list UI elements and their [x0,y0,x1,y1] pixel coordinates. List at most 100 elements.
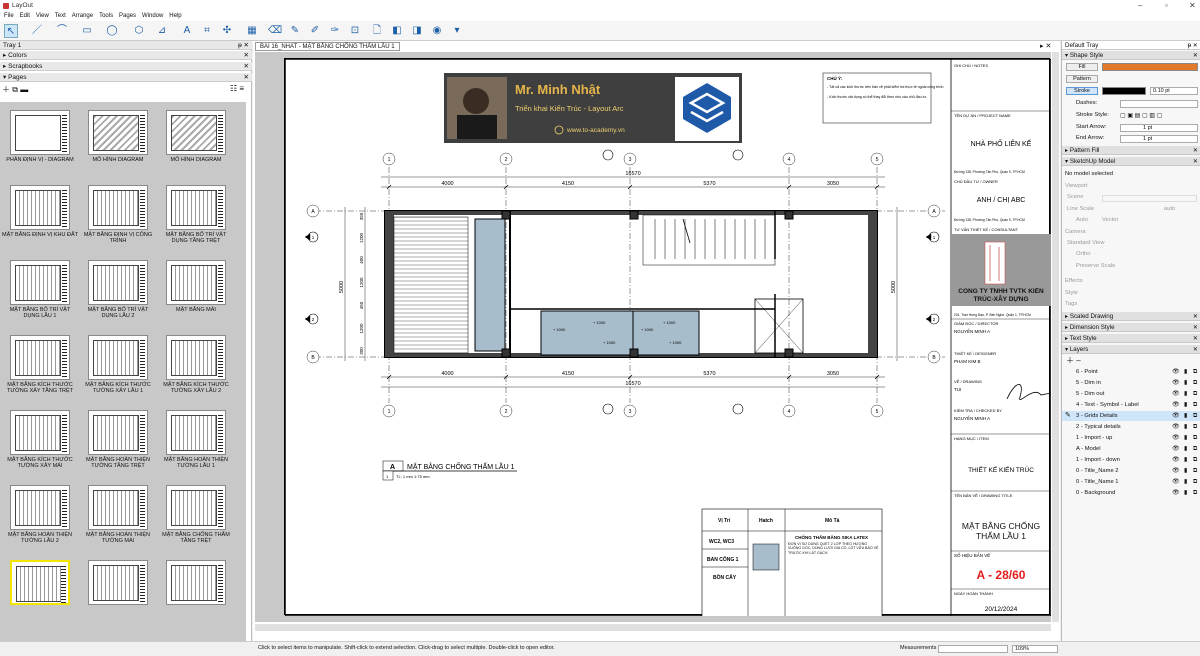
add-page-icon[interactable]: 🗋 [370,24,384,38]
polygon-tool-icon[interactable]: ⬡ [132,24,146,38]
share-layer-icon[interactable]: ⧉ [1193,379,1197,387]
share-layer-icon[interactable]: ⧉ [1193,401,1197,409]
document-tab[interactable]: BAI 16_NHAT - MẶT BẰNG CHỐNG THẤM LẦU 1 [255,42,400,51]
rectangle-tool-icon[interactable]: ▭ [80,24,94,38]
menu-edit[interactable]: Edit [20,12,30,21]
lock-icon[interactable]: ▮ [1184,401,1187,409]
preserve-scale-checkbox[interactable]: Preserve Scale [1076,262,1115,271]
visibility-eye-icon[interactable]: 👁 [1172,489,1180,497]
lock-icon[interactable]: ▮ [1184,434,1187,442]
circle-tool-icon[interactable]: ◯ [105,24,119,38]
lock-icon[interactable]: ▮ [1184,368,1187,376]
visibility-eye-icon[interactable]: 👁 [1172,434,1180,442]
share-layer-icon[interactable]: ⧉ [1193,456,1197,464]
panel-colors[interactable]: ▸ Colors ✕ [0,51,252,60]
scene-select[interactable] [1102,195,1197,202]
share-layer-icon[interactable]: ⧉ [1193,445,1197,453]
page-thumbnail[interactable] [166,560,226,605]
panel-dimension-style[interactable]: ▸ Dimension Style ✕ [1062,323,1200,332]
lock-icon[interactable]: ▮ [1184,423,1187,431]
horizontal-scrollbar[interactable] [255,624,1051,631]
style-tool-icon[interactable]: ✎ [288,24,302,38]
menu-help[interactable]: Help [169,12,181,21]
panel-scrapbooks[interactable]: ▸ Scrapbooks ✕ [0,62,252,71]
presentation-icon[interactable]: ◉ [430,24,444,38]
close-icon[interactable]: ✕ [244,73,249,82]
menu-view[interactable]: View [36,12,49,21]
remove-layer-icon[interactable]: – [1076,356,1080,365]
menu-pages[interactable]: Pages [119,12,136,21]
layer-row[interactable]: 1 - Import - up 👁 ▮ ⧉ [1062,433,1200,443]
line-tool-icon[interactable]: ／ [30,24,44,38]
menu-window[interactable]: Window [142,12,163,21]
dashes-select[interactable] [1120,100,1198,108]
split-tool-icon[interactable]: ✐ [308,24,322,38]
panel-sketchup-model[interactable]: ▾ SketchUp Model ✕ [1062,157,1200,166]
menu-tools[interactable]: Tools [99,12,113,21]
layer-row[interactable]: 2 - Typical details 👁 ▮ ⧉ [1062,422,1200,432]
page-thumbnail[interactable] [10,485,70,530]
layer-row[interactable]: 5 - Dim in 👁 ▮ ⧉ [1062,378,1200,388]
lock-icon[interactable]: ▮ [1184,467,1187,475]
visibility-eye-icon[interactable]: 👁 [1172,478,1180,486]
close-icon[interactable]: ✕ [244,62,249,71]
share-layer-icon[interactable]: ⧉ [1193,478,1197,486]
close-icon[interactable]: ✕ [1189,1,1196,10]
close-icon[interactable]: ✕ [1193,312,1198,321]
share-layer-icon[interactable]: ⧉ [1193,368,1197,376]
fill-color-swatch[interactable] [1102,63,1198,71]
page-thumbnail[interactable] [10,110,70,155]
page-thumbnail[interactable] [10,260,70,305]
text-tool-icon[interactable]: A [180,24,194,38]
stroke-color-swatch[interactable] [1102,87,1146,95]
page-thumbnail[interactable] [88,110,148,155]
page-thumbnail[interactable] [88,260,148,305]
layer-row[interactable]: 6 - Point 👁 ▮ ⧉ [1062,367,1200,377]
add-page-icon[interactable]: ＋ [2,85,10,94]
join-tool-icon[interactable]: ✑ [328,24,342,38]
page-thumbnail[interactable] [88,485,148,530]
page-thumbnail[interactable] [166,185,226,230]
layer-row[interactable]: 0 - Background 👁 ▮ ⧉ [1062,488,1200,498]
share-layer-icon[interactable]: ⧉ [1193,423,1197,431]
page-thumbnail[interactable] [166,410,226,455]
stroke-style-buttons[interactable]: ▢ ▣ ▤ ▢ ▥ ▢ [1120,112,1198,120]
view-mode-icons[interactable]: ☷ ≡ [230,84,244,93]
select-tool-icon[interactable]: ↖ [4,24,18,38]
stroke-width-field[interactable]: 0.10 pt [1150,87,1198,95]
style-label[interactable]: Style [1065,289,1078,298]
page-thumbnail[interactable] [10,560,70,605]
visibility-eye-icon[interactable]: 👁 [1172,401,1180,409]
remove-page-icon[interactable]: ▬ [20,85,28,94]
share-layer-icon[interactable]: ⧉ [1193,412,1197,420]
start-arrow-select[interactable]: 1 pt [1120,124,1198,132]
page-thumbnail[interactable] [166,335,226,380]
panel-layers[interactable]: ▾ Layers ✕ [1062,345,1200,354]
panel-scaled-drawing[interactable]: ▸ Scaled Drawing ✕ [1062,312,1200,321]
eraser-tool-icon[interactable]: ⌫ [268,24,282,38]
offset-tool-icon[interactable]: ⊿ [155,24,169,38]
tray-pin-icon[interactable]: ᵽ ✕ [1188,41,1198,50]
layer-row[interactable]: 5 - Dim out 👁 ▮ ⧉ [1062,389,1200,399]
panel-pattern-fill[interactable]: ▸ Pattern Fill ✕ [1062,146,1200,155]
effects-label[interactable]: Effects [1065,277,1083,286]
visibility-eye-icon[interactable]: 👁 [1172,390,1180,398]
table-tool-icon[interactable]: ▦ [245,24,259,38]
page-thumbnail[interactable] [88,560,148,605]
arc-tool-icon[interactable]: ⌒ [55,24,69,38]
share-layer-icon[interactable]: ⧉ [1193,489,1197,497]
tray-close-icon[interactable]: ᵽ ✕ [238,41,249,50]
page-thumbnail[interactable] [88,185,148,230]
ortho-checkbox[interactable]: Ortho [1076,250,1091,259]
lock-icon[interactable]: ▮ [1184,456,1187,464]
visibility-eye-icon[interactable]: 👁 [1172,379,1180,387]
close-icon[interactable]: ✕ [1193,334,1198,343]
minimize-icon[interactable]: – [1138,1,1142,10]
visibility-eye-icon[interactable]: 👁 [1172,456,1180,464]
close-icon[interactable]: ✕ [1193,323,1198,332]
page-thumbnail[interactable] [166,485,226,530]
maximize-icon[interactable]: ▫ [1165,1,1168,10]
panel-pages[interactable]: ▾ Pages ✕ [0,73,252,82]
lock-icon[interactable]: ▮ [1184,445,1187,453]
vertical-scrollbar[interactable] [1052,52,1059,622]
